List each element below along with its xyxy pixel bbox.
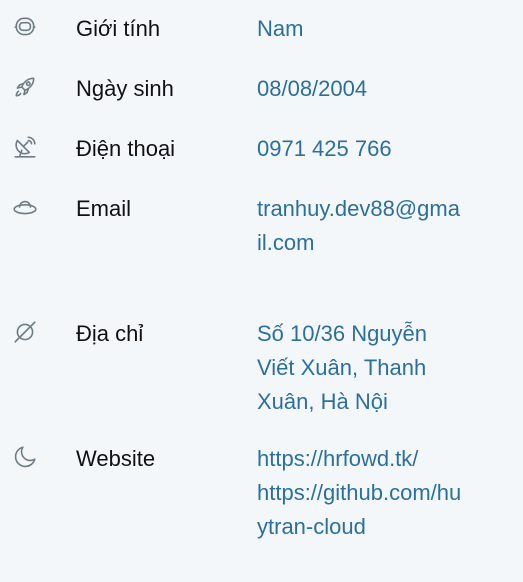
planet-icon: [0, 317, 76, 345]
email-label: Email: [76, 196, 132, 221]
info-row-phone: Điện thoại 0971 425 766: [0, 132, 523, 192]
info-row-email: Email tranhuy.dev88@gma il.com: [0, 192, 523, 317]
gender-label: Giới tính: [76, 16, 161, 41]
birthday-value: 08/08/2004: [257, 76, 368, 101]
info-row-website: Website https://hrfowd.tk/ https://githu…: [0, 442, 523, 582]
gender-value: Nam: [257, 16, 304, 41]
birthday-label: Ngày sinh: [76, 76, 174, 101]
info-row-birthday: Ngày sinh 08/08/2004: [0, 72, 523, 132]
satellite-dish-icon: [0, 132, 76, 160]
website-label: Website: [76, 446, 156, 471]
info-row-address: Địa chỉ Số 10/36 Nguyễn Viết Xuân, Thanh…: [0, 317, 523, 442]
rocket-icon: [0, 72, 76, 100]
website-value[interactable]: https://hrfowd.tk/ https://github.com/hu…: [257, 442, 523, 544]
info-row-gender: Giới tính Nam: [0, 12, 523, 72]
ufo-icon: [0, 192, 76, 220]
address-label: Địa chỉ: [76, 321, 144, 346]
phone-value: 0971 425 766: [257, 136, 392, 161]
personal-info-card: Giới tính Nam Ngày sinh 08/08/2004 Điện …: [0, 0, 523, 539]
email-value[interactable]: tranhuy.dev88@gma il.com: [257, 192, 523, 260]
address-value: Số 10/36 Nguyễn Viết Xuân, Thanh Xuân, H…: [257, 321, 428, 414]
phone-label: Điện thoại: [76, 136, 176, 161]
moon-icon: [0, 442, 76, 470]
astronaut-helmet-icon: [0, 12, 76, 40]
